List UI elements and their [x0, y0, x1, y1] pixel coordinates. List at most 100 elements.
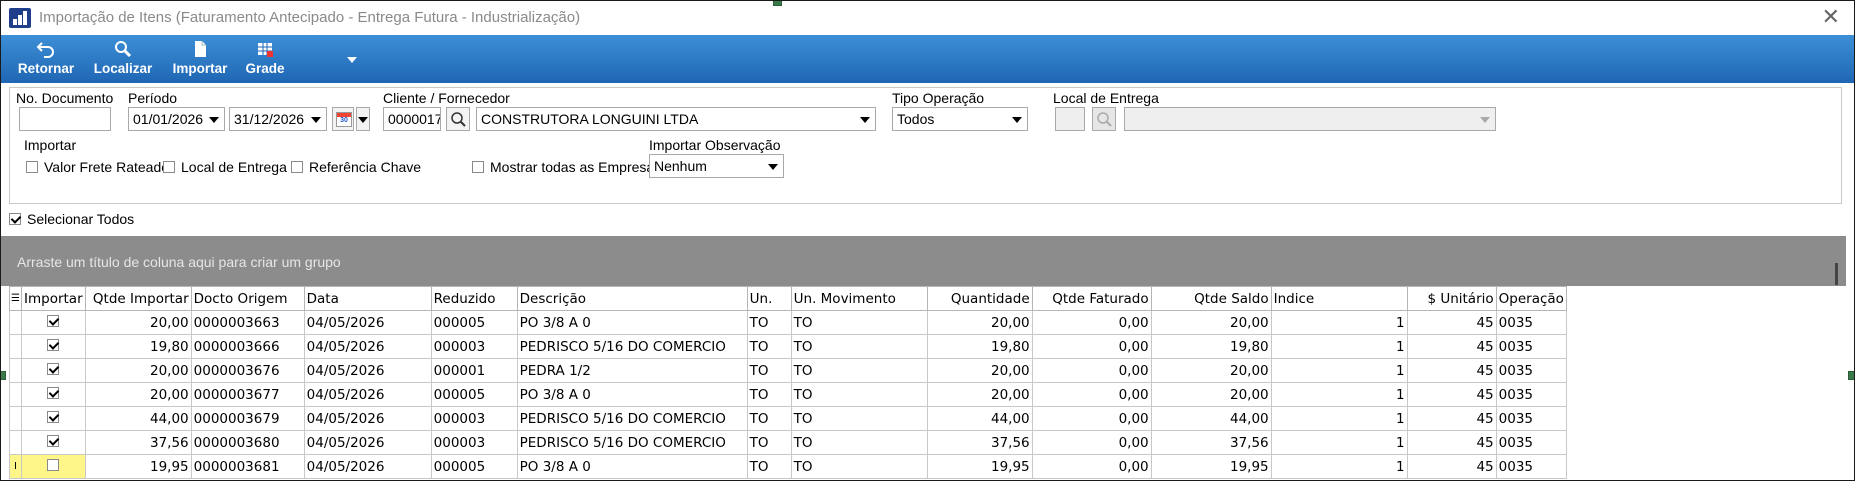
table-row[interactable]: 20,00 0000003677 04/05/2026 000005 PO 3/8 A … [9, 382, 1567, 407]
cell-quantidade[interactable]: 19,95 [926, 454, 1033, 479]
col-header-docto-origem[interactable]: Docto Origem [190, 286, 305, 311]
calendar-dropdown-button[interactable] [356, 107, 370, 131]
cell-un[interactable]: TO [746, 382, 792, 407]
table-row[interactable]: 19,80 0000003666 04/05/2026 000003 PEDRISCO … [9, 334, 1567, 359]
cell-unitario[interactable]: 45 [1406, 310, 1497, 335]
col-header-qtde-importar[interactable]: Qtde Importar [84, 286, 192, 311]
grade-dropdown-arrow-icon[interactable] [347, 57, 357, 63]
cell-qtde-saldo[interactable]: 37,56 [1150, 430, 1272, 455]
cell-data[interactable]: 04/05/2026 [303, 358, 432, 383]
cell-qtde-faturado[interactable]: 0,00 [1031, 310, 1152, 335]
cell-importar[interactable] [21, 406, 86, 431]
cell-unitario[interactable]: 45 [1406, 406, 1497, 431]
cell-qtde-importar[interactable]: 19,95 [84, 454, 192, 479]
resize-handle[interactable] [773, 1, 782, 6]
cell-un[interactable]: TO [746, 358, 792, 383]
col-header-data[interactable]: Data [303, 286, 432, 311]
no-documento-input[interactable] [19, 107, 111, 131]
cell-qtde-saldo[interactable]: 19,95 [1150, 454, 1272, 479]
cell-data[interactable]: 04/05/2026 [303, 430, 432, 455]
cell-data[interactable]: 04/05/2026 [303, 310, 432, 335]
cell-operacao[interactable]: 0035 [1495, 358, 1567, 383]
cell-data[interactable]: 04/05/2026 [303, 334, 432, 359]
cell-qtde-faturado[interactable]: 0,00 [1031, 382, 1152, 407]
cell-qtde-faturado[interactable]: 0,00 [1031, 406, 1152, 431]
cell-qtde-saldo[interactable]: 44,00 [1150, 406, 1272, 431]
local-de-entrega-checkbox[interactable]: Local de Entrega [163, 159, 287, 175]
cell-unitario[interactable]: 45 [1406, 454, 1497, 479]
cell-docto-origem[interactable]: 0000003676 [190, 358, 305, 383]
table-row[interactable]: 20,00 0000003676 04/05/2026 000001 PEDRA 1/2… [9, 358, 1567, 383]
cell-qtde-importar[interactable]: 37,56 [84, 430, 192, 455]
col-header-un[interactable]: Un. [746, 286, 792, 311]
cell-importar[interactable] [21, 358, 86, 383]
resize-handle[interactable] [1848, 371, 1854, 380]
col-header-unitario[interactable]: $ Unitário [1406, 286, 1497, 311]
cell-qtde-saldo[interactable]: 20,00 [1150, 310, 1272, 335]
importar-checkbox[interactable] [47, 338, 60, 351]
resize-handle[interactable] [1, 371, 6, 380]
table-row[interactable]: 44,00 0000003679 04/05/2026 000003 PEDRISCO … [9, 406, 1567, 431]
cell-importar[interactable] [21, 430, 86, 455]
cell-qtde-importar[interactable]: 20,00 [84, 310, 192, 335]
cell-qtde-faturado[interactable]: 0,00 [1031, 430, 1152, 455]
cell-operacao[interactable]: 0035 [1495, 430, 1567, 455]
cliente-nome-select[interactable]: CONSTRUTORA LONGUINI LTDA [476, 107, 876, 131]
row-indicator[interactable] [9, 382, 22, 407]
scroll-indicator[interactable] [1835, 263, 1838, 285]
col-header-operacao[interactable]: Operação [1495, 286, 1567, 311]
col-header-quantidade[interactable]: Quantidade [926, 286, 1033, 311]
cliente-codigo-input[interactable]: 0000017 [383, 107, 441, 131]
cell-indice[interactable]: 1 [1270, 358, 1408, 383]
importar-checkbox[interactable] [47, 386, 60, 399]
cell-docto-origem[interactable]: 0000003679 [190, 406, 305, 431]
cell-descricao[interactable]: PEDRISCO 5/16 DO COMERCIO [516, 334, 748, 359]
cell-indice[interactable]: 1 [1270, 310, 1408, 335]
cell-reduzido[interactable]: 000003 [430, 334, 518, 359]
cell-reduzido[interactable]: 000005 [430, 382, 518, 407]
cell-data[interactable]: 04/05/2026 [303, 454, 432, 479]
localizar-button[interactable]: Localizar [91, 39, 155, 76]
cell-indice[interactable]: 1 [1270, 334, 1408, 359]
cell-un-movimento[interactable]: TO [790, 310, 928, 335]
cell-operacao[interactable]: 0035 [1495, 382, 1567, 407]
calendar-button[interactable]: 30 [332, 107, 354, 131]
cell-un-movimento[interactable]: TO [790, 358, 928, 383]
cell-qtde-importar[interactable]: 20,00 [84, 382, 192, 407]
cell-qtde-faturado[interactable]: 0,00 [1031, 358, 1152, 383]
importar-checkbox[interactable] [47, 410, 60, 423]
cell-un-movimento[interactable]: TO [790, 406, 928, 431]
cell-importar[interactable] [21, 334, 86, 359]
cell-reduzido[interactable]: 000003 [430, 406, 518, 431]
cell-reduzido[interactable]: 000005 [430, 310, 518, 335]
col-header-descricao[interactable]: Descrição [516, 286, 748, 311]
table-row[interactable]: 20,00 0000003663 04/05/2026 000005 PO 3/8 A … [9, 310, 1567, 335]
row-indicator[interactable]: I [9, 454, 22, 479]
table-row[interactable]: I 19,95 0000003681 04/05/2026 000005 PO 3/8 A… [9, 454, 1567, 479]
valor-frete-rateado-checkbox[interactable]: Valor Frete Rateado [26, 159, 169, 175]
cell-descricao[interactable]: PO 3/8 A 0 [516, 454, 748, 479]
grade-button[interactable]: Grade [243, 39, 287, 76]
row-indicator[interactable] [9, 334, 22, 359]
importar-button[interactable]: Importar [169, 39, 231, 76]
group-by-panel[interactable]: Arraste um título de coluna aqui para cr… [1, 236, 1846, 286]
tipo-operacao-select[interactable]: Todos [892, 107, 1028, 131]
cell-descricao[interactable]: PEDRISCO 5/16 DO COMERCIO [516, 406, 748, 431]
cell-qtde-saldo[interactable]: 20,00 [1150, 358, 1272, 383]
cell-descricao[interactable]: PEDRA 1/2 [516, 358, 748, 383]
cell-un[interactable]: TO [746, 406, 792, 431]
cell-operacao[interactable]: 0035 [1495, 310, 1567, 335]
cell-unitario[interactable]: 45 [1406, 382, 1497, 407]
table-row[interactable]: 37,56 0000003680 04/05/2026 000003 PEDRISCO … [9, 430, 1567, 455]
cell-docto-origem[interactable]: 0000003663 [190, 310, 305, 335]
periodo-fim-field[interactable]: 31/12/2026 [229, 107, 327, 131]
cell-operacao[interactable]: 0035 [1495, 454, 1567, 479]
cell-operacao[interactable]: 0035 [1495, 406, 1567, 431]
selecionar-todos-checkbox[interactable]: Selecionar Todos [9, 211, 134, 227]
cell-unitario[interactable]: 45 [1406, 334, 1497, 359]
cell-qtde-faturado[interactable]: 0,00 [1031, 454, 1152, 479]
cell-indice[interactable]: 1 [1270, 430, 1408, 455]
importar-checkbox[interactable] [47, 314, 60, 327]
cell-importar[interactable] [21, 454, 86, 479]
cell-un[interactable]: TO [746, 334, 792, 359]
